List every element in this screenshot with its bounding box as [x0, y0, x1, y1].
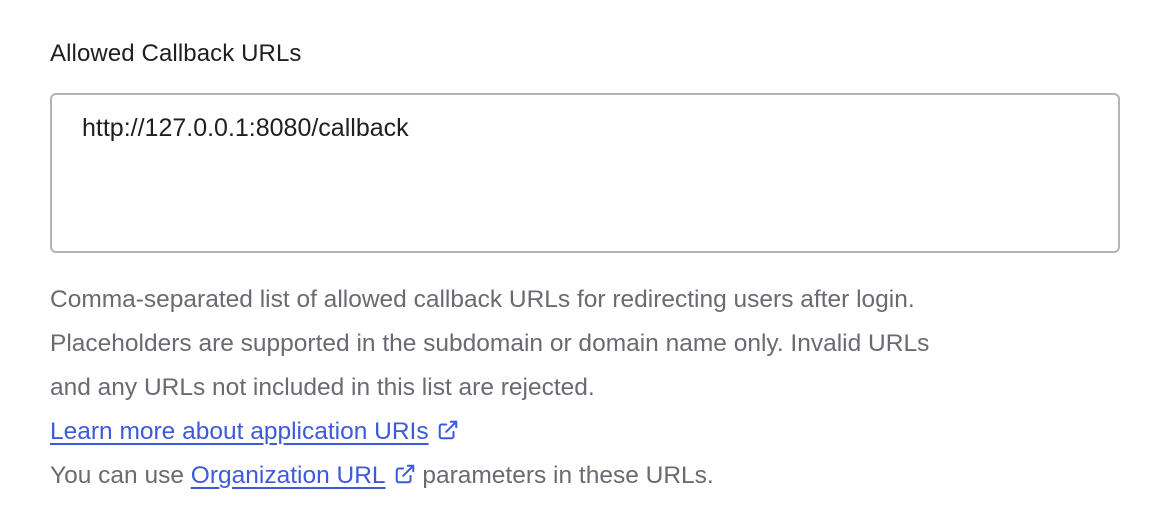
callback-urls-field[interactable]: http://127.0.0.1:8080/callback [50, 93, 1120, 253]
help-line-3: and any URLs not included in this list a… [50, 374, 595, 401]
external-link-icon[interactable] [394, 463, 416, 485]
help-text: Comma-separated list of allowed callback… [50, 278, 1130, 498]
org-suffix-text: parameters in these URLs. [415, 462, 714, 489]
external-link-icon[interactable] [437, 419, 459, 441]
help-line-1: Comma-separated list of allowed callback… [50, 286, 915, 313]
learn-more-link[interactable]: Learn more about application URIs [50, 418, 429, 445]
organization-url-link[interactable]: Organization URL [191, 462, 386, 489]
help-line-2: Placeholders are supported in the subdom… [50, 330, 930, 357]
org-prefix-text: You can use [50, 462, 191, 489]
learn-more-row: Learn more about application URIs [50, 410, 1130, 454]
organization-url-row: You can use Organization URL parameters … [50, 454, 1130, 498]
field-label: Allowed Callback URLs [50, 40, 302, 67]
callback-urls-textarea[interactable]: http://127.0.0.1:8080/callback [52, 95, 1118, 251]
